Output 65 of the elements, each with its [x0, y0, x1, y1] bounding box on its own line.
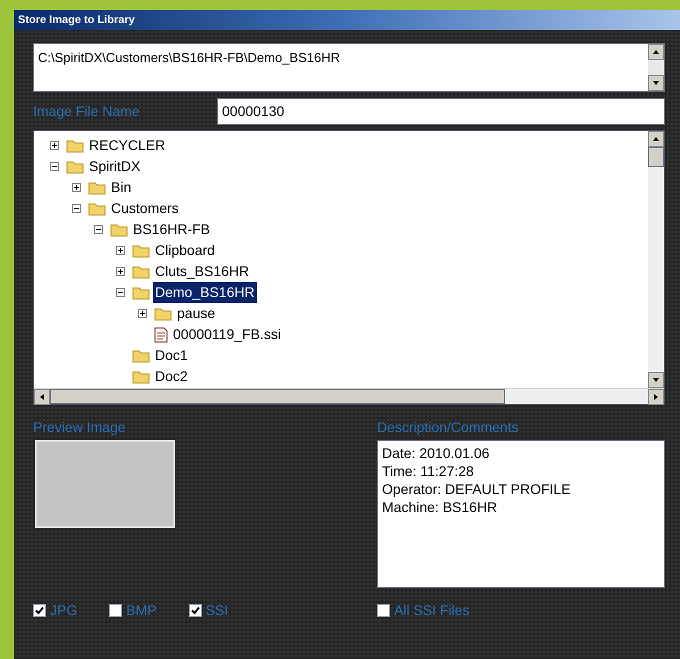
folder-icon: [88, 202, 106, 216]
checkbox-label: BMP: [126, 601, 157, 620]
section-label: Description/Comments: [377, 418, 520, 437]
path-text: C:\SpiritDX\Customers\BS16HR-FB\Demo_BS16HR: [37, 49, 341, 67]
scroll-down-icon[interactable]: [648, 75, 664, 91]
description-line: Date: 2010.01.06: [382, 444, 490, 462]
folder-icon: [88, 180, 106, 194]
section-label: Preview Image: [33, 418, 127, 437]
expand-icon[interactable]: [138, 309, 147, 318]
tree-item[interactable]: Demo_BS16HR: [153, 282, 257, 303]
checkbox[interactable]: [109, 604, 122, 617]
scrollbar[interactable]: [648, 44, 664, 91]
checkbox[interactable]: [188, 604, 202, 617]
tree-item[interactable]: pause: [175, 303, 218, 324]
checkbox[interactable]: [33, 604, 46, 617]
window-title: Store Image to Library: [18, 12, 135, 28]
scroll-down-icon[interactable]: [648, 372, 664, 388]
folder-icon: [132, 348, 150, 362]
expand-icon[interactable]: [116, 246, 125, 255]
scroll-thumb[interactable]: [648, 147, 664, 167]
description-line: Machine: BS16HR: [382, 498, 498, 516]
collapse-icon[interactable]: [72, 204, 81, 213]
tree-item[interactable]: 00000119_FB.ssi: [171, 324, 283, 345]
tree-item[interactable]: RECYCLER: [87, 135, 168, 156]
description-field[interactable]: Date: 2010.01.06 Time: 11:27:28 Operator: DEFAULT PROFILE Machine: BS16HR: [377, 440, 665, 588]
field-label: Image File Name: [33, 102, 141, 121]
checkbox[interactable]: [377, 604, 390, 617]
scroll-up-icon[interactable]: [648, 44, 664, 60]
folder-icon: [132, 370, 150, 384]
scroll-up-icon[interactable]: [648, 131, 664, 147]
expand-icon[interactable]: [116, 267, 125, 276]
file-icon: [154, 326, 168, 342]
checkbox-label: SSI: [206, 601, 228, 620]
collapse-icon[interactable]: [94, 225, 103, 234]
tree-item[interactable]: Doc1: [153, 345, 190, 366]
tree-item[interactable]: Clipboard: [153, 240, 217, 261]
folder-icon: [66, 160, 84, 174]
tree-item[interactable]: Cluts_BS16HR: [153, 261, 252, 282]
scroll-right-icon[interactable]: [648, 389, 664, 405]
description-line: Time: 11:27:28: [382, 462, 475, 480]
tree-item[interactable]: SpiritDX: [87, 156, 142, 177]
file-name-field[interactable]: 00000130: [217, 98, 665, 125]
tree-item[interactable]: Customers: [109, 198, 181, 219]
folder-icon: [110, 222, 128, 236]
checkbox-label: JPG: [50, 601, 78, 620]
scroll-left-icon[interactable]: [34, 389, 50, 405]
description-line: Operator: DEFAULT PROFILE: [382, 480, 572, 498]
scroll-thumb[interactable]: [50, 389, 505, 404]
folder-icon: [66, 138, 84, 152]
folder-icon: [154, 306, 172, 320]
expand-icon[interactable]: [72, 183, 81, 192]
folder-icon: [132, 244, 150, 258]
collapse-icon[interactable]: [50, 162, 59, 171]
collapse-icon[interactable]: [116, 288, 125, 297]
expand-icon[interactable]: [50, 141, 59, 150]
checkbox-label: All SSI Files: [394, 601, 470, 620]
horizontal-scrollbar[interactable]: [34, 388, 664, 404]
path-field[interactable]: C:\SpiritDX\Customers\BS16HR-FB\Demo_BS16HR: [33, 43, 665, 92]
scrollbar[interactable]: [648, 131, 664, 388]
folder-tree[interactable]: RECYCLER SpiritDX Bin Customers BS16HR-FB Clipboard Cluts_BS16HR Demo_BS16HR pause 00000119_FB.ssi Doc1 Doc2: [33, 130, 665, 405]
folder-icon: [132, 264, 150, 278]
tree-item[interactable]: Bin: [109, 177, 134, 198]
tree-item[interactable]: BS16HR-FB: [131, 219, 212, 240]
folder-icon: [132, 286, 150, 300]
tree-item[interactable]: Doc2: [153, 366, 190, 387]
